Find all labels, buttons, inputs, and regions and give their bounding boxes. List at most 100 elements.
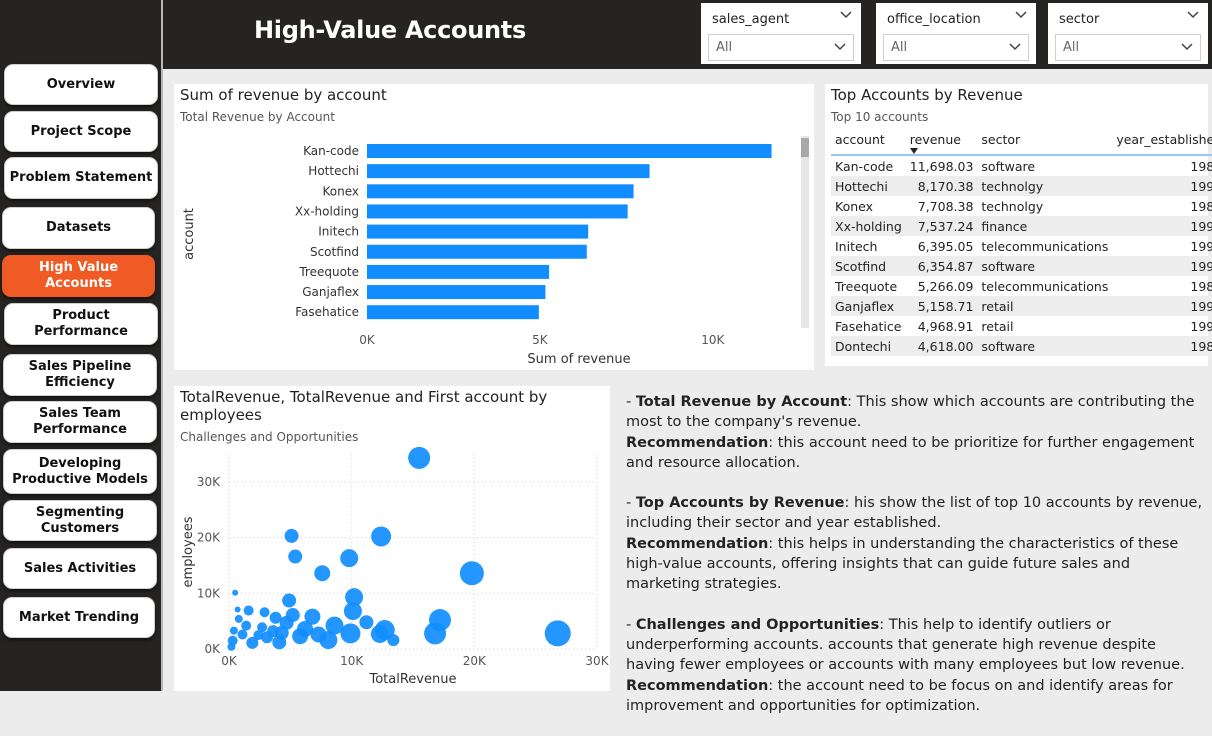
scatter-point[interactable]: [284, 528, 299, 543]
scatter-point[interactable]: [243, 605, 254, 616]
slicer-office-location[interactable]: office_location All: [876, 3, 1036, 64]
cell-account: Hottechi: [835, 178, 888, 194]
x-axis-label: Sum of revenue: [527, 352, 630, 367]
category-label: Ganjaflex: [302, 285, 359, 299]
table-row[interactable]: Scotfind 6,354.87 software 1996: [831, 256, 1212, 276]
cell-revenue: 6,354.87: [917, 258, 974, 274]
cell-account: Dontechi: [835, 338, 892, 354]
chevron-down-icon[interactable]: [833, 40, 847, 54]
column-header-account[interactable]: account: [831, 132, 906, 155]
nav-project-scope[interactable]: Project Scope: [4, 111, 158, 152]
slicer-sales-agent[interactable]: sales_agent All: [701, 3, 861, 64]
x-tick-label: 20K: [463, 654, 487, 668]
chevron-down-icon[interactable]: [1180, 40, 1194, 54]
bar[interactable]: [367, 264, 550, 279]
cell-sector: telecommunications: [981, 278, 1109, 294]
scrollbar-thumb[interactable]: [801, 138, 809, 157]
bar[interactable]: [367, 224, 589, 239]
scatter-point[interactable]: [544, 620, 571, 647]
scatter-point[interactable]: [314, 565, 331, 582]
chevron-down-icon[interactable]: [1008, 40, 1022, 54]
scatter-point[interactable]: [232, 589, 239, 596]
slicer-dropdown[interactable]: All: [1055, 34, 1201, 61]
scatter-point[interactable]: [343, 602, 362, 621]
slicer-dropdown[interactable]: All: [883, 34, 1029, 61]
bar[interactable]: [367, 164, 650, 179]
scatter-point[interactable]: [408, 446, 431, 469]
table-row[interactable]: Treequote 5,266.09 telecommunications 1988: [831, 276, 1212, 296]
scatter-point[interactable]: [259, 607, 270, 618]
scatter-point[interactable]: [234, 606, 241, 613]
nav-sales-pipeline-efficiency[interactable]: Sales Pipeline Efficiency: [3, 354, 157, 396]
bar[interactable]: [367, 184, 634, 199]
nav-segmenting-customers[interactable]: Segmenting Customers: [3, 500, 157, 541]
nav-high-value-accounts[interactable]: High Value Accounts: [2, 255, 155, 297]
cell-sector: software: [981, 338, 1036, 354]
scatter-point[interactable]: [229, 626, 238, 635]
scatter-point[interactable]: [292, 628, 309, 645]
bar[interactable]: [367, 244, 587, 259]
bar[interactable]: [367, 144, 772, 158]
insight-paragraph: - Total Revenue by Account: This show wh…: [626, 394, 1195, 471]
scatter-point[interactable]: [237, 629, 248, 640]
nav-problem-statement[interactable]: Problem Statement: [4, 157, 158, 199]
scatter-point[interactable]: [288, 549, 303, 564]
table-row[interactable]: Fasehatice 4,968.91 retail 1990: [831, 316, 1212, 336]
nav-product-performance[interactable]: Product Performance: [4, 303, 158, 345]
challenges-scatter-panel: TotalRevenue, TotalRevenue and First acc…: [174, 386, 610, 691]
slicer-value: All: [891, 40, 908, 55]
nav-developing-productive-models[interactable]: Developing Productive Models: [3, 449, 157, 494]
cell-account: Initech: [835, 238, 878, 254]
scatter-point[interactable]: [272, 635, 287, 650]
table-title: Top Accounts by Revenue: [831, 86, 1023, 104]
cell-revenue: 5,266.09: [917, 278, 974, 294]
chevron-down-icon[interactable]: [1014, 8, 1028, 22]
column-header-revenue[interactable]: revenue: [906, 132, 978, 155]
table-row[interactable]: Konex 7,708.38 technolgy 1980: [831, 196, 1212, 216]
nav-sales-activities[interactable]: Sales Activities: [3, 548, 157, 589]
bar[interactable]: [367, 305, 539, 320]
scatter-point[interactable]: [246, 636, 259, 649]
slicer-sector[interactable]: sector All: [1048, 3, 1208, 64]
table-row[interactable]: Initech 6,395.05 telecommunications 1994: [831, 236, 1212, 256]
nav-overview[interactable]: Overview: [4, 64, 158, 105]
scatter-point[interactable]: [269, 611, 282, 624]
bar[interactable]: [367, 285, 546, 300]
table-row[interactable]: Dontechi 4,618.00 software 1982: [831, 336, 1212, 356]
table-row[interactable]: Ganjaflex 5,158.71 retail 1995: [831, 296, 1212, 316]
category-label: Fasehatice: [295, 305, 359, 319]
table-row[interactable]: Kan-code 11,698.03 software 1982: [831, 155, 1212, 176]
scatter-point[interactable]: [340, 549, 359, 568]
scatter-point[interactable]: [387, 634, 400, 647]
scatter-point[interactable]: [459, 561, 484, 586]
cell-revenue: 5,158.71: [917, 298, 974, 314]
scrollbar-track[interactable]: [801, 136, 809, 328]
scatter-point[interactable]: [371, 526, 392, 547]
table-row[interactable]: Xx-holding 7,537.24 finance 1993: [831, 216, 1212, 236]
chevron-down-icon[interactable]: [839, 8, 853, 22]
scatter-point[interactable]: [359, 615, 374, 630]
cell-account: Xx-holding: [835, 218, 902, 234]
chevron-down-icon[interactable]: [1186, 8, 1200, 22]
table-row[interactable]: Hottechi 8,170.38 technolgy 1997: [831, 176, 1212, 196]
y-tick-label: 10K: [197, 586, 221, 600]
column-header-label: revenue: [909, 132, 961, 147]
sort-descending-icon[interactable]: [909, 148, 918, 154]
nav-market-trending[interactable]: Market Trending: [3, 597, 155, 638]
cell-sector: software: [981, 158, 1036, 174]
bar[interactable]: [367, 204, 628, 219]
scatter-point[interactable]: [227, 642, 236, 651]
column-header-year-established[interactable]: year_established: [1112, 132, 1212, 155]
scatter-point[interactable]: [424, 622, 447, 645]
scatter-point[interactable]: [282, 593, 297, 608]
slicer-dropdown[interactable]: All: [708, 34, 854, 61]
cell-sector: software: [981, 258, 1036, 274]
column-header-sector[interactable]: sector: [977, 132, 1112, 155]
scatter-point[interactable]: [370, 624, 389, 643]
scatter-point[interactable]: [241, 620, 252, 631]
nav-sales-team-performance[interactable]: Sales Team Performance: [3, 401, 157, 443]
nav-datasets[interactable]: Datasets: [2, 207, 155, 249]
cell-year-established: 1988: [1190, 278, 1212, 294]
scatter-point[interactable]: [234, 614, 243, 623]
cell-year-established: 1997: [1190, 178, 1212, 194]
